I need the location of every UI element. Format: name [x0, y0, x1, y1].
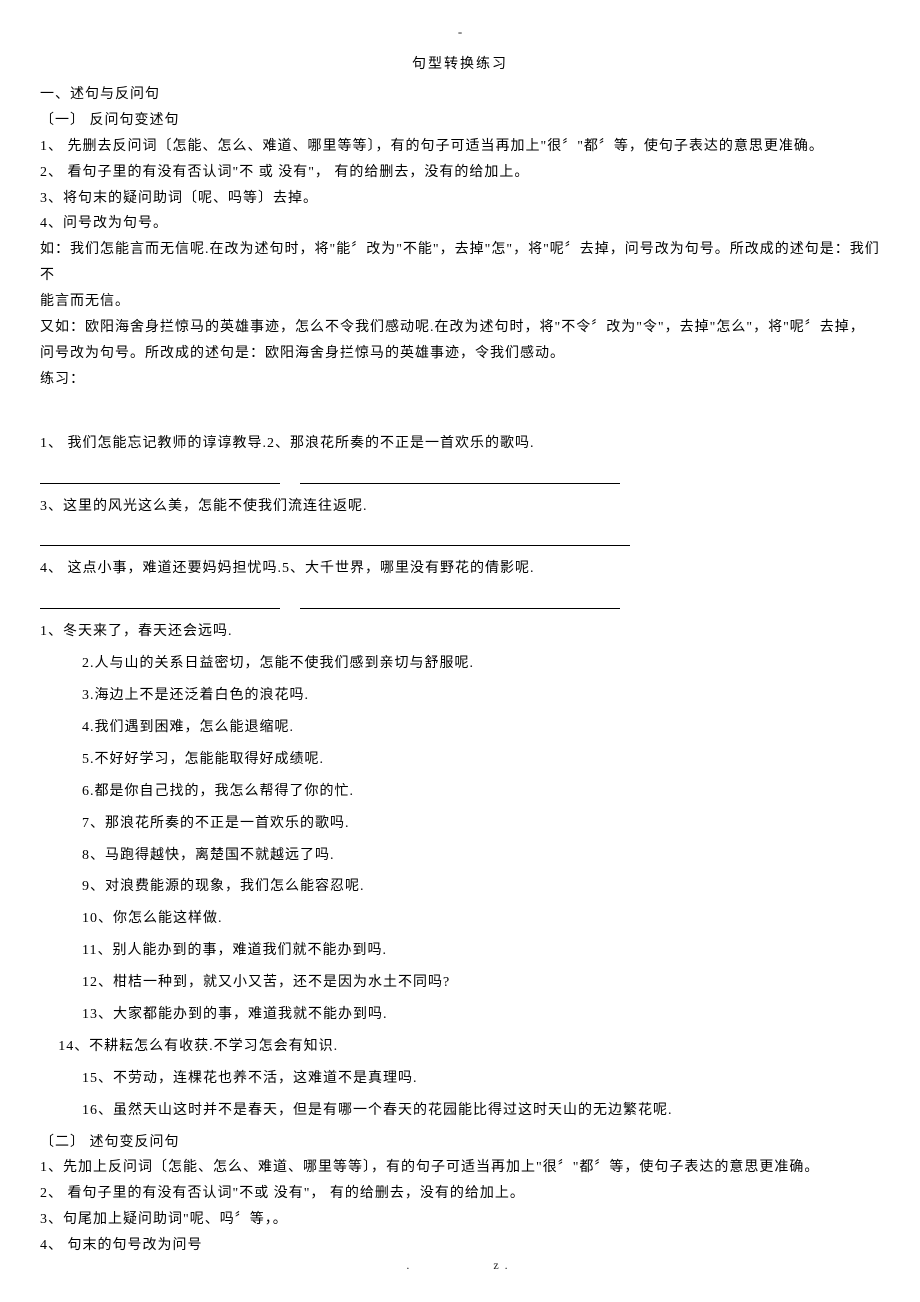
subsection-2-title: 〔二〕 述句变反问句 — [40, 1130, 880, 1156]
extra-item-10: 10、你怎么能这样做. — [40, 906, 880, 932]
sec2-rule-2: 2、 看句子里的有没有否认词"不或 没有"， 有的给删去，没有的给加上。 — [40, 1181, 880, 1207]
top-dash: - — [40, 20, 880, 44]
blank-line — [40, 590, 280, 609]
sec2-rule-1: 1、先加上反问词〔怎能、怎么、难道、哪里等等〕，有的句子可适当再加上"很〞"都〞… — [40, 1155, 880, 1181]
practice-q1: 1、 我们怎能忘记教师的谆谆教导.2、那浪花所奏的不正是一首欢乐的歌吗. — [40, 431, 880, 457]
practice-label: 练习： — [40, 367, 880, 393]
page-title: 句型转换练习 — [40, 52, 880, 78]
answer-blank-2 — [40, 527, 880, 546]
extra-item-4: 4.我们遇到困难，怎么能退缩呢. — [40, 715, 880, 741]
extra-item-11: 11、别人能办到的事，难道我们就不能办到吗. — [40, 938, 880, 964]
rule-3: 3、将句末的疑问助词〔呢、吗等〕去掉。 — [40, 186, 880, 212]
section-1-heading: 一、述句与反问句 — [40, 82, 880, 108]
extra-item-7: 7、那浪花所奏的不正是一首欢乐的歌吗. — [40, 811, 880, 837]
extra-practice-list: 1、冬天来了，春天还会远吗. 2.人与山的关系日益密切，怎能不使我们感到亲切与舒… — [40, 619, 880, 1123]
sec2-rule-3: 3、句尾加上疑问助词"呢、吗〞等，。 — [40, 1207, 880, 1233]
extra-item-3: 3.海边上不是还泛着白色的浪花吗. — [40, 683, 880, 709]
extra-item-6: 6.都是你自己找的，我怎么帮得了你的忙. — [40, 779, 880, 805]
footer-left: . — [406, 1258, 415, 1272]
document-page: - 句型转换练习 一、述句与反问句 〔一〕 反问句变述句 1、 先删去反问词〔怎… — [0, 0, 920, 1302]
answer-blank-1 — [40, 465, 880, 484]
extra-item-2: 2.人与山的关系日益密切，怎能不使我们感到亲切与舒服呢. — [40, 651, 880, 677]
blank-line — [40, 465, 280, 484]
blank-line — [40, 527, 630, 546]
extra-item-13: 13、大家都能办到的事，难道我就不能办到吗. — [40, 1002, 880, 1028]
extra-item-9: 9、对浪费能源的现象，我们怎么能容忍呢. — [40, 874, 880, 900]
footer-right: z. — [493, 1258, 513, 1272]
example-1-line-1: 如：我们怎能言而无信呢.在改为述句时，将"能〞改为"不能"，去掉"怎"，将"呢〞… — [40, 237, 880, 289]
blank-line — [300, 590, 620, 609]
practice-q4: 4、 这点小事，难道还要妈妈担忧吗.5、大千世界，哪里没有野花的倩影呢. — [40, 556, 880, 582]
extra-item-12: 12、柑桔一种到，就又小又苦，还不是因为水土不同吗? — [40, 970, 880, 996]
extra-item-15: 15、不劳动，连棵花也养不活，这难道不是真理吗. — [40, 1066, 880, 1092]
extra-item-8: 8、马跑得越快，离楚国不就越远了吗. — [40, 843, 880, 869]
extra-item-14: 14、不耕耘怎么有收获.不学习怎会有知识. — [40, 1034, 880, 1060]
example-1-line-2: 能言而无信。 — [40, 289, 880, 315]
answer-blank-3 — [40, 590, 880, 609]
page-footer: . z. — [0, 1254, 920, 1276]
practice-q3: 3、这里的风光这么美，怎能不使我们流连往返呢. — [40, 494, 880, 520]
example-2-line-1: 又如：欧阳海舍身拦惊马的英雄事迹，怎么不令我们感动呢.在改为述句时，将"不令〞改… — [40, 315, 880, 341]
spacer — [40, 401, 880, 423]
subsection-1-title: 〔一〕 反问句变述句 — [40, 108, 880, 134]
blank-line — [300, 465, 620, 484]
rule-2: 2、 看句子里的有没有否认词"不 或 没有"， 有的给删去，没有的给加上。 — [40, 160, 880, 186]
example-2-line-2: 问号改为句号。所改成的述句是：欧阳海舍身拦惊马的英雄事迹，令我们感动。 — [40, 341, 880, 367]
extra-item-16: 16、虽然天山这时并不是春天，但是有哪一个春天的花园能比得过这时天山的无边繁花呢… — [40, 1098, 880, 1124]
extra-item-5: 5.不好好学习，怎能能取得好成绩呢. — [40, 747, 880, 773]
rule-4: 4、问号改为句号。 — [40, 211, 880, 237]
rule-1: 1、 先删去反问词〔怎能、怎么、难道、哪里等等〕，有的句子可适当再加上"很〞"都… — [40, 134, 880, 160]
extra-item-1: 1、冬天来了，春天还会远吗. — [40, 619, 880, 645]
